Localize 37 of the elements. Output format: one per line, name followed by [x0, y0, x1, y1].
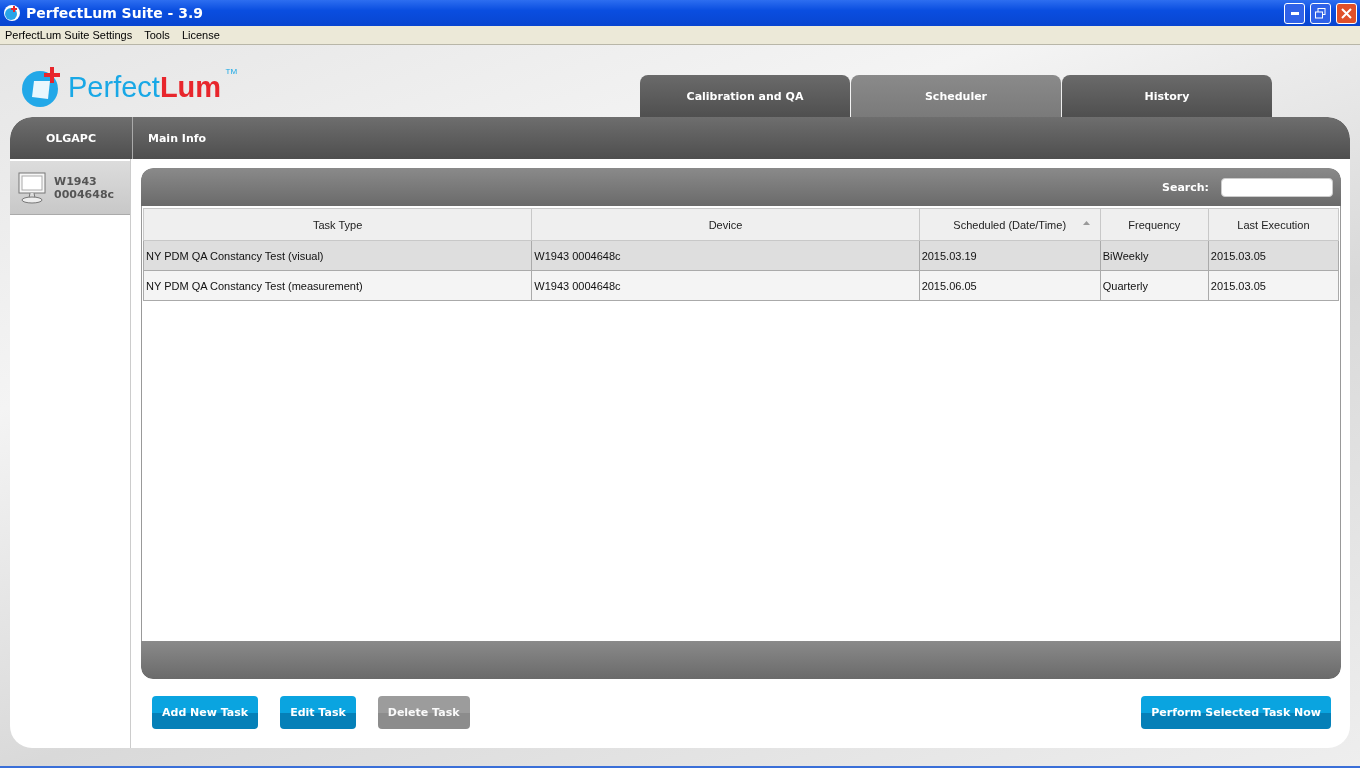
table-cell: 2015.03.05 — [1208, 270, 1339, 301]
menu-item[interactable]: Tools — [144, 29, 170, 41]
column-header[interactable]: Frequency — [1100, 208, 1209, 241]
table-cell: W1943 0004648c — [531, 270, 920, 301]
table-row[interactable]: NY PDM QA Constancy Test (visual) W1943 0004648c 2015.03.19 BiWeekly 2015.03.05 — [143, 240, 1339, 271]
table-cell: Quarterly — [1100, 270, 1209, 301]
table-cell: 2015.06.05 — [919, 270, 1101, 301]
table-row[interactable]: NY PDM QA Constancy Test (measurement) W1943 0004648c 2015.06.05 Quarterly 2015.03.05 — [143, 270, 1339, 301]
menu-item[interactable]: License — [181, 29, 220, 41]
search-label: Search: — [1162, 180, 1209, 194]
close-icon — [1341, 7, 1352, 19]
column-header[interactable]: Device — [531, 208, 920, 241]
computer-name: OLGAPC — [10, 117, 133, 159]
minimize-button[interactable] — [1284, 2, 1305, 24]
close-button[interactable] — [1336, 2, 1357, 24]
tab[interactable]: History — [1062, 75, 1272, 117]
tab[interactable]: Calibration and QA — [640, 75, 850, 117]
column-header[interactable]: Last Execution — [1208, 208, 1339, 241]
window-title: PerfectLum Suite - 3.9 — [26, 5, 204, 21]
table-cell: BiWeekly — [1100, 240, 1209, 271]
device-label: W1943 0004648c — [54, 174, 114, 201]
table-cell: 2015.03.19 — [919, 240, 1101, 271]
device-item[interactable]: W1943 0004648c — [10, 161, 130, 215]
restore-button[interactable] — [1310, 2, 1331, 24]
restore-icon — [1315, 7, 1326, 19]
table-cell: NY PDM QA Constancy Test (visual) — [143, 240, 532, 271]
tab[interactable]: Scheduler — [851, 75, 1061, 117]
column-header[interactable]: Task Type — [143, 208, 532, 241]
app-icon — [3, 4, 21, 22]
table-cell: W1943 0004648c — [531, 240, 920, 271]
menu-item[interactable]: PerfectLum Suite Settings — [5, 29, 133, 41]
table-cell: 2015.03.05 — [1208, 240, 1339, 271]
search-field[interactable] — [1221, 177, 1333, 197]
table-cell: NY PDM QA Constancy Test (measurement) — [143, 270, 532, 301]
section-title: Main Info — [147, 130, 207, 147]
minimize-icon — [1290, 11, 1299, 15]
column-header[interactable]: Scheduled (Date/Time) — [919, 208, 1101, 241]
